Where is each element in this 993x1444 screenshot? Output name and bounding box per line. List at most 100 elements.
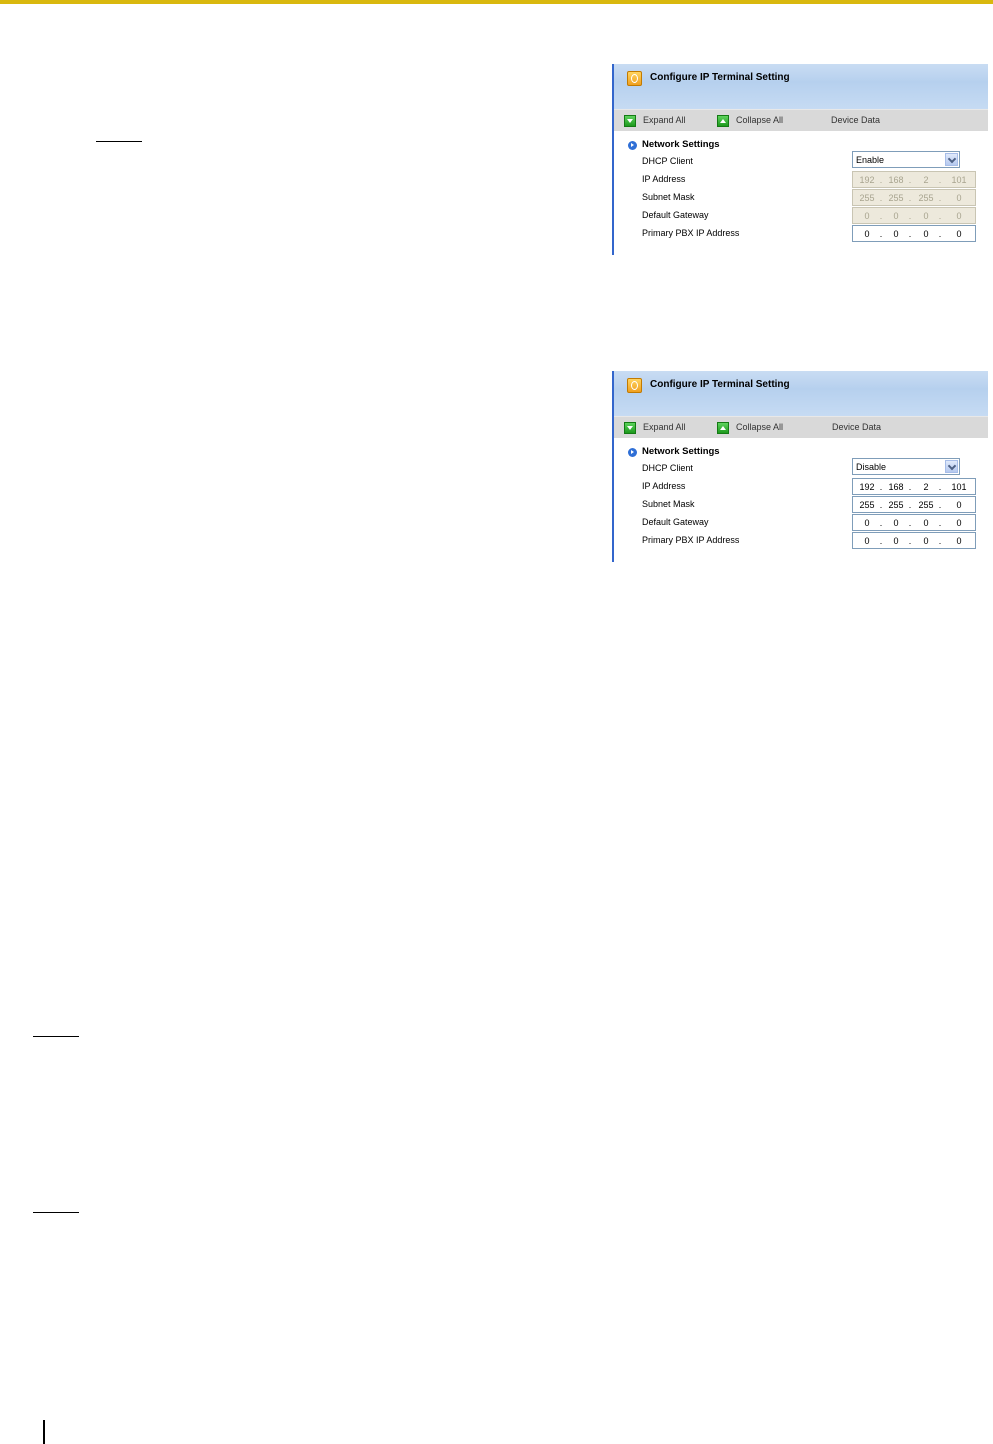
ip-separator: . [908, 193, 912, 203]
pbx-octet-1: 0 [864, 536, 870, 546]
gw-octet-2: 0 [893, 211, 899, 221]
section-bullet-icon [628, 448, 637, 457]
ip-address-field[interactable]: 192 . 168 . 2 . 101 [852, 171, 976, 188]
expand-arrow-icon [624, 422, 636, 434]
subnet-mask-field[interactable]: 255 . 255 . 255 . 0 [852, 189, 976, 206]
ip-separator: . [908, 500, 912, 510]
ip-separator: . [938, 193, 942, 203]
gw-octet-3: 0 [923, 518, 929, 528]
subnet-mask-label: Subnet Mask [642, 192, 695, 202]
device-data-link[interactable]: Device Data [831, 115, 880, 125]
dhcp-client-value: Disable [856, 462, 887, 472]
ip-address-field[interactable]: 192 . 168 . 2 . 101 [852, 478, 976, 495]
dhcp-client-label: DHCP Client [642, 463, 693, 473]
ip-separator: . [908, 536, 912, 546]
expand-arrow-icon [624, 115, 636, 127]
mask-octet-4: 0 [956, 500, 962, 510]
panel-header: Configure IP Terminal Setting [614, 64, 988, 109]
ip-octet-1: 192 [859, 482, 875, 492]
panel-title: Configure IP Terminal Setting [650, 72, 790, 83]
panel-toolbar: Expand All Collapse All Device Data [614, 109, 988, 131]
gw-octet-1: 0 [864, 211, 870, 221]
ip-separator: . [908, 229, 912, 239]
primary-pbx-ip-label: Primary PBX IP Address [642, 228, 740, 238]
ip-separator: . [879, 229, 883, 239]
ip-separator: . [938, 175, 942, 185]
note-underline-3 [33, 1212, 79, 1213]
default-gateway-field[interactable]: 0 . 0 . 0 . 0 [852, 207, 976, 224]
ip-address-label: IP Address [642, 481, 686, 491]
dhcp-client-value: Enable [856, 155, 885, 165]
ip-terminal-panel-dhcp-disabled: Configure IP Terminal Setting Expand All… [612, 371, 988, 562]
ip-separator: . [879, 482, 883, 492]
primary-pbx-ip-field[interactable]: 0 . 0 . 0 . 0 [852, 532, 976, 549]
gw-octet-1: 0 [864, 518, 870, 528]
ip-octet-3: 2 [923, 482, 929, 492]
ip-separator: . [938, 500, 942, 510]
top-accent-rule [0, 0, 993, 4]
dhcp-client-label: DHCP Client [642, 156, 693, 166]
note-underline-2 [33, 1036, 79, 1037]
chevron-down-icon[interactable] [945, 153, 958, 166]
mask-octet-3: 255 [918, 500, 934, 510]
ip-octet-3: 2 [923, 175, 929, 185]
ip-octet-2: 168 [888, 175, 904, 185]
ip-octet-4: 101 [951, 482, 967, 492]
gw-octet-4: 0 [956, 211, 962, 221]
pbx-octet-3: 0 [923, 229, 929, 239]
ip-separator: . [879, 175, 883, 185]
mask-octet-2: 255 [888, 193, 904, 203]
pbx-octet-1: 0 [864, 229, 870, 239]
pbx-octet-3: 0 [923, 536, 929, 546]
collapse-all-label: Collapse All [736, 115, 784, 125]
ip-separator: . [908, 482, 912, 492]
gw-octet-3: 0 [923, 211, 929, 221]
panel-title: Configure IP Terminal Setting [650, 379, 790, 390]
page-margin-bar [43, 1420, 45, 1444]
collapse-arrow-icon [717, 422, 729, 434]
gw-octet-4: 0 [956, 518, 962, 528]
ip-octet-4: 101 [951, 175, 967, 185]
default-gateway-label: Default Gateway [642, 210, 709, 220]
ip-separator: . [938, 536, 942, 546]
ip-separator: . [879, 518, 883, 528]
ip-separator: . [879, 536, 883, 546]
mask-octet-4: 0 [956, 193, 962, 203]
pbx-octet-4: 0 [956, 229, 962, 239]
section-bullet-icon [628, 141, 637, 150]
ip-address-label: IP Address [642, 174, 686, 184]
network-settings-heading: Network Settings [642, 139, 720, 150]
ip-separator: . [908, 211, 912, 221]
mask-octet-1: 255 [859, 193, 875, 203]
ip-separator: . [879, 193, 883, 203]
ip-separator: . [938, 482, 942, 492]
pbx-octet-2: 0 [893, 536, 899, 546]
device-data-link[interactable]: Device Data [832, 422, 881, 432]
collapse-arrow-icon [717, 115, 729, 127]
dhcp-client-select[interactable]: Disable [852, 458, 960, 475]
dhcp-client-select[interactable]: Enable [852, 151, 960, 168]
step-three-icon [627, 378, 642, 393]
ip-separator: . [908, 518, 912, 528]
expand-all-label: Expand All [643, 115, 686, 125]
panel-header: Configure IP Terminal Setting [614, 371, 988, 416]
collapse-all-label: Collapse All [736, 422, 784, 432]
step-three-icon [627, 71, 642, 86]
subnet-mask-field[interactable]: 255 . 255 . 255 . 0 [852, 496, 976, 513]
mask-octet-3: 255 [918, 193, 934, 203]
ip-separator: . [938, 211, 942, 221]
primary-pbx-ip-field[interactable]: 0 . 0 . 0 . 0 [852, 225, 976, 242]
network-settings-heading: Network Settings [642, 446, 720, 457]
note-underline-1 [96, 141, 142, 142]
chevron-down-icon[interactable] [945, 460, 958, 473]
default-gateway-label: Default Gateway [642, 517, 709, 527]
ip-octet-1: 192 [859, 175, 875, 185]
mask-octet-1: 255 [859, 500, 875, 510]
primary-pbx-ip-label: Primary PBX IP Address [642, 535, 740, 545]
ip-separator: . [908, 175, 912, 185]
ip-separator: . [879, 211, 883, 221]
ip-separator: . [938, 229, 942, 239]
pbx-octet-2: 0 [893, 229, 899, 239]
pbx-octet-4: 0 [956, 536, 962, 546]
default-gateway-field[interactable]: 0 . 0 . 0 . 0 [852, 514, 976, 531]
